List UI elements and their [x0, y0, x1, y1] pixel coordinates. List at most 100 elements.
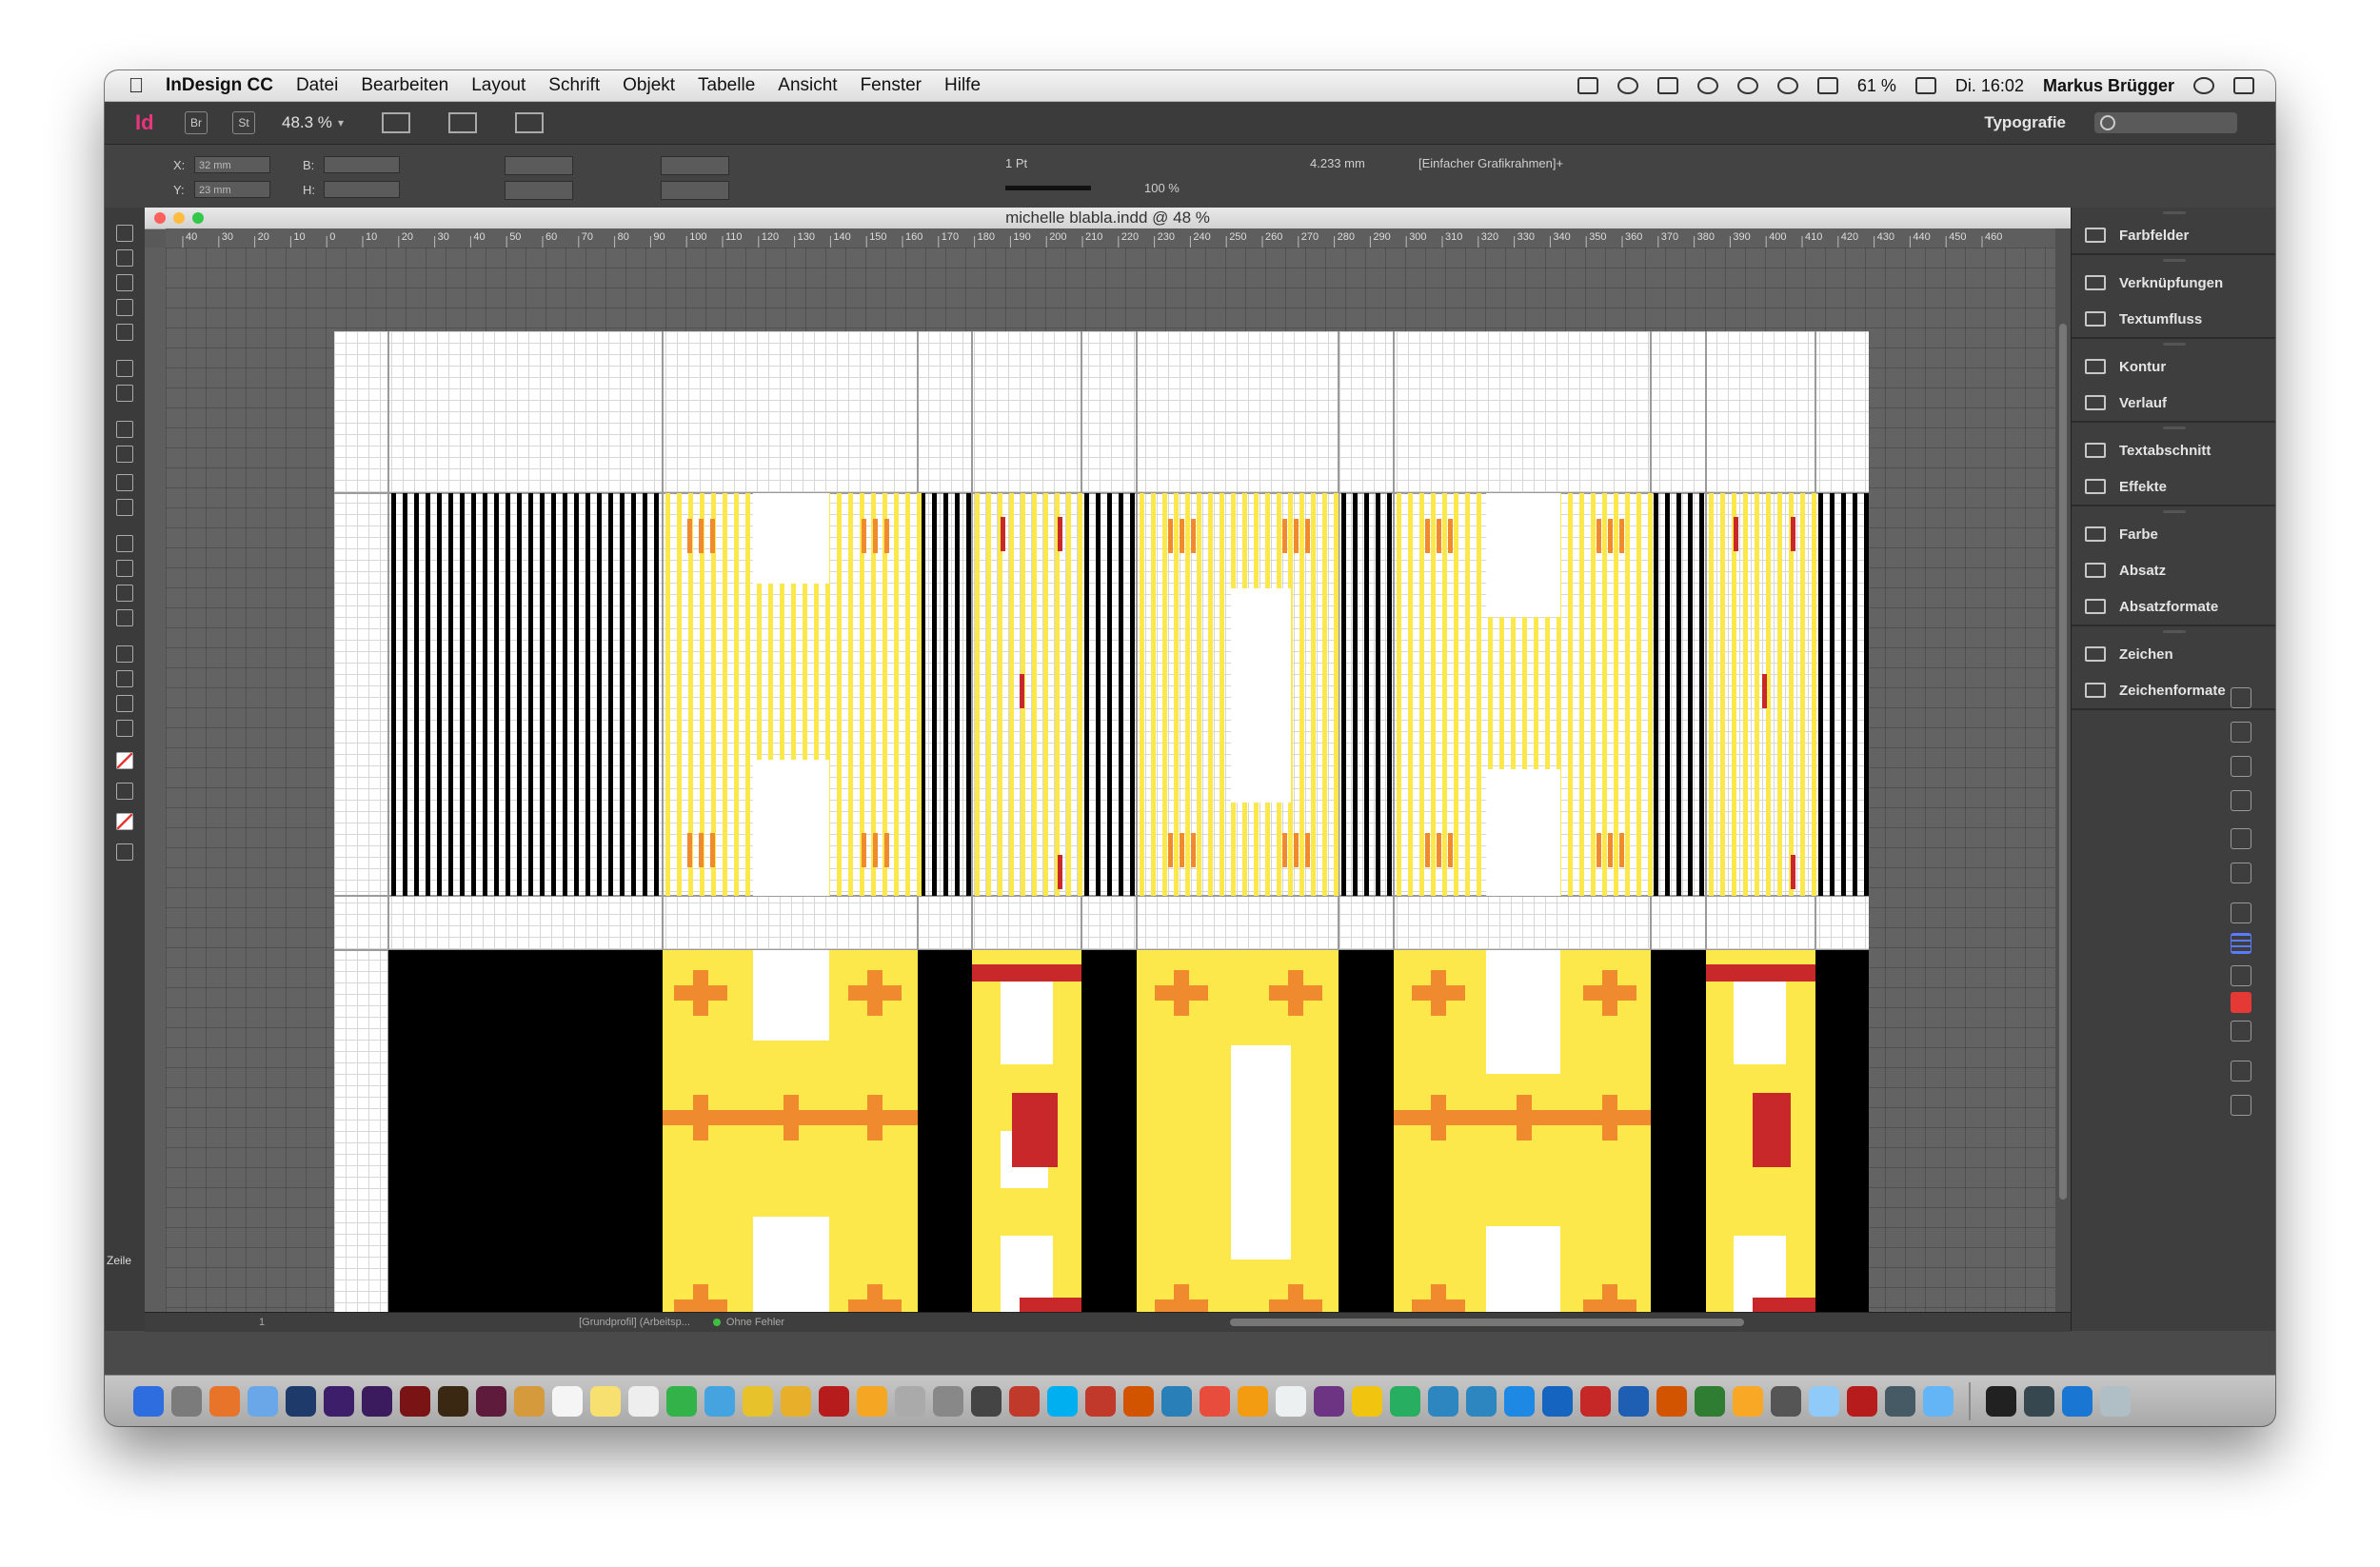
orange-cross[interactable] — [1431, 1095, 1446, 1141]
print-icon[interactable] — [2231, 1095, 2251, 1116]
yellow-stripe[interactable] — [1419, 493, 1424, 896]
black-stripe[interactable] — [943, 493, 948, 896]
formatting-affects-container-icon[interactable] — [116, 783, 133, 800]
orange-stripe-accent[interactable] — [1191, 519, 1196, 553]
dock-app-preview-icon[interactable] — [248, 1385, 278, 1417]
swap-fill-stroke-icon[interactable] — [2231, 1021, 2251, 1041]
gradient-feather-tool-icon[interactable] — [116, 609, 133, 626]
orange-cross[interactable] — [1602, 1095, 1617, 1141]
dock-app-ps-icon[interactable] — [286, 1385, 316, 1417]
orange-stripe-accent[interactable] — [1608, 833, 1613, 867]
stock-button[interactable]: St — [232, 111, 255, 134]
pasteboard[interactable] — [166, 248, 2055, 1312]
horizontal-scroll-thumb[interactable] — [1230, 1319, 1744, 1326]
orange-cross[interactable] — [1174, 970, 1189, 1016]
paint-bucket-icon[interactable] — [2231, 965, 2251, 986]
orange-stripe-accent[interactable] — [1282, 833, 1287, 867]
orange-stripe-accent[interactable] — [1294, 833, 1299, 867]
letter-m-notch[interactable] — [753, 950, 829, 1041]
rotation-field[interactable] — [661, 156, 729, 175]
black-stripe[interactable] — [574, 493, 579, 896]
orange-cross[interactable] — [783, 1095, 799, 1141]
dock-app-downloads-icon[interactable] — [2062, 1385, 2092, 1417]
orange-stripe-accent[interactable] — [862, 519, 866, 553]
red-stripe-accent[interactable] — [1762, 674, 1767, 708]
height-field[interactable] — [324, 181, 400, 198]
yellow-stripe[interactable] — [1636, 493, 1641, 896]
stripe-h-gap-bottom[interactable] — [1486, 769, 1560, 896]
red-stripe-accent[interactable] — [1058, 517, 1062, 551]
workspace-switcher[interactable]: Typografie — [1984, 113, 2066, 132]
black-stripe[interactable] — [483, 493, 487, 896]
dock-app-calendar-icon[interactable] — [552, 1385, 583, 1417]
dock-app-aperture-icon[interactable] — [971, 1385, 1002, 1417]
black-stripe[interactable] — [471, 493, 476, 896]
panel-grip[interactable] — [2072, 339, 2275, 348]
yellow-stripe[interactable] — [1591, 493, 1596, 896]
orange-stripe-accent[interactable] — [1191, 833, 1196, 867]
yellow-stripe[interactable] — [1208, 493, 1213, 896]
dock-app-pr-icon[interactable] — [362, 1385, 392, 1417]
letter-h-gap-bottom[interactable] — [1486, 1226, 1560, 1312]
black-stripe[interactable] — [1841, 493, 1846, 896]
panel-zeichen[interactable]: Zeichen — [2072, 636, 2275, 672]
black-stripe[interactable] — [506, 493, 510, 896]
orange-cross[interactable] — [867, 1284, 883, 1312]
bridge-button[interactable]: Br — [185, 111, 208, 134]
yellow-stripe[interactable] — [917, 493, 922, 896]
dock-app-notes-icon[interactable] — [590, 1385, 621, 1417]
spotlight-search-icon[interactable] — [2193, 77, 2214, 94]
black-stripe[interactable] — [1665, 493, 1670, 896]
opacity-field[interactable]: 100 % — [1144, 181, 1201, 195]
orange-cross[interactable] — [1288, 970, 1303, 1016]
dock-app-chess-icon[interactable] — [933, 1385, 963, 1417]
eraser-icon[interactable] — [2231, 756, 2251, 777]
orange-stripe-accent[interactable] — [1425, 833, 1430, 867]
dock-app-scrivener-icon[interactable] — [1085, 1385, 1116, 1417]
black-stripe[interactable] — [448, 493, 453, 896]
panel-farbe[interactable]: Farbe — [2072, 516, 2275, 552]
eyedropper-tool-icon[interactable] — [116, 670, 133, 687]
rectangle-frame-tool-icon[interactable] — [116, 474, 133, 491]
apply-none-icon[interactable] — [116, 813, 133, 830]
black-stripe[interactable] — [437, 493, 442, 896]
orange-stripe-accent[interactable] — [710, 519, 715, 553]
frame-icon[interactable] — [2231, 1061, 2251, 1081]
pixel-artwork[interactable] — [334, 331, 1869, 1312]
yellow-stripe[interactable] — [1812, 493, 1816, 896]
black-bar[interactable] — [918, 950, 972, 1312]
black-stripe[interactable] — [1853, 493, 1857, 896]
grid-icon[interactable] — [2231, 933, 2251, 954]
orange-cross[interactable] — [693, 970, 708, 1016]
black-stripe[interactable] — [414, 493, 419, 896]
dock-app-folder-icon[interactable] — [1923, 1385, 1954, 1417]
yellow-stripe[interactable] — [1465, 493, 1470, 896]
black-stripe[interactable] — [1376, 493, 1380, 896]
yellow-stripe[interactable] — [1755, 493, 1759, 896]
dock-app-excel-icon[interactable] — [1695, 1385, 1725, 1417]
black-stripe[interactable] — [517, 493, 522, 896]
yellow-stripe[interactable] — [905, 493, 910, 896]
document-page[interactable] — [334, 331, 1869, 1312]
yellow-stripe[interactable] — [723, 493, 727, 896]
zoom-icon[interactable] — [2231, 863, 2251, 883]
orange-stripe-accent[interactable] — [1180, 833, 1184, 867]
yellow-stripe[interactable] — [1066, 493, 1071, 896]
size-field[interactable]: 4.233 mm — [1310, 156, 1369, 170]
yellow-stripe[interactable] — [1140, 493, 1144, 896]
menu-ansicht[interactable]: Ansicht — [778, 75, 837, 96]
adobe-stock-search[interactable] — [2094, 112, 2237, 133]
dock-app-stickies-icon[interactable] — [1352, 1385, 1382, 1417]
yellow-stripe[interactable] — [1162, 493, 1167, 896]
hand-icon[interactable] — [2231, 828, 2251, 849]
creative-cloud-icon[interactable] — [1616, 77, 1638, 94]
type-tool-icon[interactable] — [116, 360, 133, 377]
black-bar[interactable] — [1081, 950, 1137, 1312]
document-title-bar[interactable]: michelle blabla.indd @ 48 % — [145, 208, 2071, 229]
dock-app-terminal-icon[interactable] — [1986, 1385, 2016, 1417]
dock-app-preview2-icon[interactable] — [895, 1385, 925, 1417]
dock-app-ai-icon[interactable] — [438, 1385, 468, 1417]
horizontal-ruler[interactable]: 40 30 20 10 0 10 20 30 40 50 60 70 80 90 100 110 120 130 1… — [166, 228, 2055, 248]
dock-app-chrome-icon[interactable] — [743, 1385, 773, 1417]
black-stripe[interactable] — [966, 493, 971, 896]
